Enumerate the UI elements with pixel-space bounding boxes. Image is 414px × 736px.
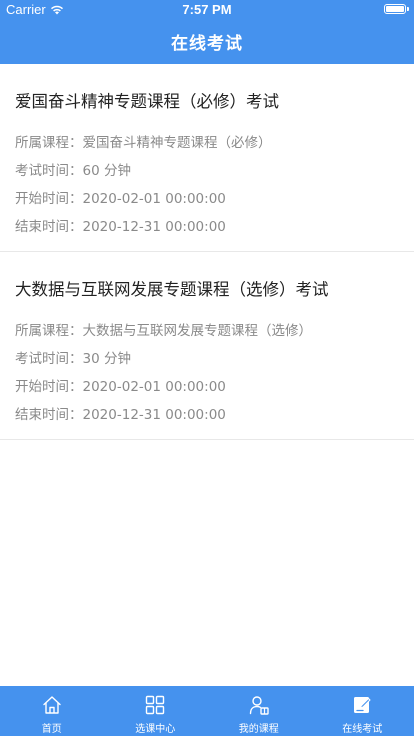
tab-course-center[interactable]: 选课中心 xyxy=(104,686,208,736)
tab-home[interactable]: 首页 xyxy=(0,686,104,736)
exam-edit-icon xyxy=(354,697,371,713)
tab-course-center-label: 选课中心 xyxy=(135,724,176,735)
tab-online-exam-label: 在线考试 xyxy=(342,724,383,735)
tab-my-courses-label: 我的课程 xyxy=(238,724,279,735)
user-book-icon xyxy=(249,696,269,715)
exam-duration: 考试时间：60 分钟 xyxy=(15,163,131,179)
exam-start-time: 开始时间：2020-02-01 00:00:00 xyxy=(15,191,226,207)
tab-bar: 首页 选课中心 我的课程 在线考试 xyxy=(0,686,414,736)
exam-list: 爱国奋斗精神专题课程（必修）考试 所属课程：爱国奋斗精神专题课程（必修） 考试时… xyxy=(0,64,414,440)
page-title: 在线考试 xyxy=(171,34,243,54)
app-header: Carrier 7:57 PM 在线考试 xyxy=(0,0,414,64)
exam-card[interactable]: 大数据与互联网发展专题课程（选修）考试 所属课程：大数据与互联网发展专题课程（选… xyxy=(0,252,414,440)
status-time: 7:57 PM xyxy=(182,2,232,17)
exam-course: 所属课程：爱国奋斗精神专题课程（必修） xyxy=(15,135,272,151)
exam-start-time: 开始时间：2020-02-01 00:00:00 xyxy=(15,379,226,395)
exam-course: 所属课程：大数据与互联网发展专题课程（选修） xyxy=(15,323,312,339)
tab-my-courses[interactable]: 我的课程 xyxy=(207,686,311,736)
tab-home-label: 首页 xyxy=(41,724,62,735)
home-icon xyxy=(43,696,61,714)
exam-duration: 考试时间：30 分钟 xyxy=(15,351,131,367)
battery-icon xyxy=(384,4,409,14)
status-bar: Carrier 7:57 PM xyxy=(0,0,414,20)
tab-online-exam[interactable]: 在线考试 xyxy=(311,686,414,736)
exam-title: 大数据与互联网发展专题课程（选修）考试 xyxy=(15,280,329,299)
exam-card[interactable]: 爱国奋斗精神专题课程（必修）考试 所属课程：爱国奋斗精神专题课程（必修） 考试时… xyxy=(0,64,414,252)
exam-end-time: 结束时间：2020-12-31 00:00:00 xyxy=(15,219,226,235)
grid-icon xyxy=(146,695,165,715)
exam-end-time: 结束时间：2020-12-31 00:00:00 xyxy=(15,407,226,423)
exam-title: 爱国奋斗精神专题课程（必修）考试 xyxy=(15,92,279,111)
